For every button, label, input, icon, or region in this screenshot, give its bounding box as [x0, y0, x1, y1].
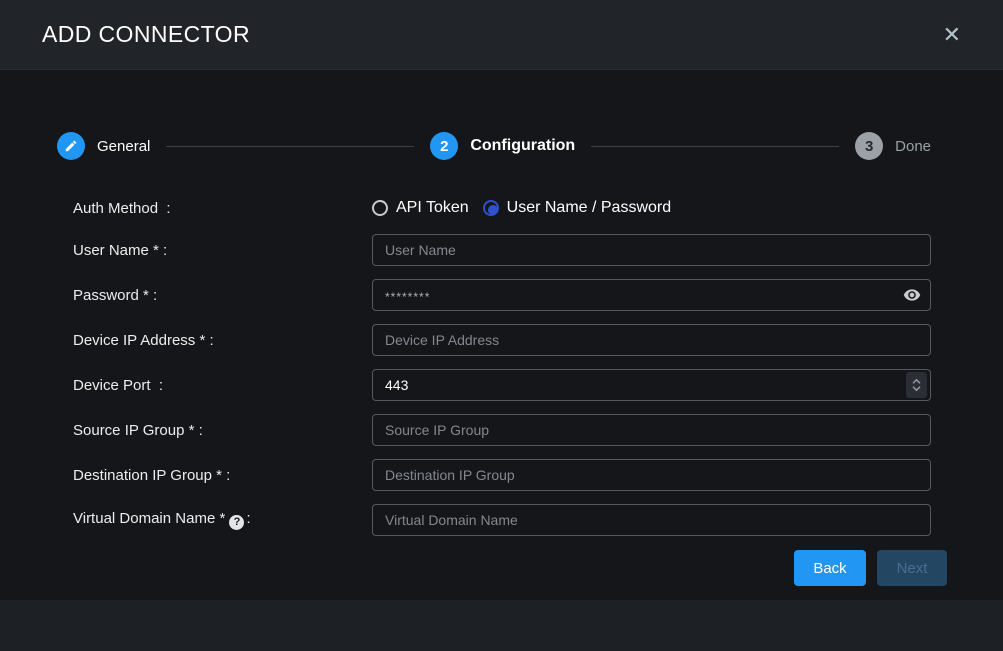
number-stepper[interactable]: [906, 372, 927, 398]
device-port-label: Device Port :: [73, 377, 372, 394]
step-done-label: Done: [895, 138, 931, 155]
virtual-domain-row: Virtual Domain Name * ?:: [73, 504, 931, 536]
dialog-header: ADD CONNECTOR ✕: [0, 0, 1003, 70]
device-ip-input[interactable]: [372, 324, 931, 356]
step-general[interactable]: General: [57, 132, 150, 160]
radio-username-password[interactable]: User Name / Password: [483, 199, 672, 217]
auth-method-row: Auth Method : API Token User Name / Pass…: [73, 195, 931, 221]
back-button[interactable]: Back: [794, 550, 866, 586]
chevron-up-icon[interactable]: [911, 378, 922, 385]
user-name-label: User Name * :: [73, 242, 372, 259]
eye-icon[interactable]: [903, 286, 921, 309]
device-port-row: Device Port :: [73, 369, 931, 401]
connector-form: Auth Method : API Token User Name / Pass…: [57, 195, 931, 586]
password-input[interactable]: [372, 279, 931, 311]
device-ip-row: Device IP Address * :: [73, 324, 931, 356]
dialog-body: General 2 Configuration 3 Done Auth Meth…: [0, 70, 1003, 586]
password-label: Password * :: [73, 287, 372, 304]
source-ip-group-row: Source IP Group * :: [73, 414, 931, 446]
virtual-domain-input[interactable]: [372, 504, 931, 536]
step-done: 3 Done: [855, 132, 931, 160]
chevron-down-icon[interactable]: [911, 385, 922, 392]
stepper-divider: [166, 146, 414, 147]
destination-ip-group-row: Destination IP Group * :: [73, 459, 931, 491]
step-3-badge: 3: [855, 132, 883, 160]
password-row: Password * :: [73, 279, 931, 311]
next-button[interactable]: Next: [877, 550, 947, 586]
user-name-row: User Name * :: [73, 234, 931, 266]
help-icon[interactable]: ?: [229, 515, 244, 530]
radio-unselected-icon[interactable]: [372, 200, 388, 216]
add-connector-dialog: ADD CONNECTOR ✕ General 2 Configuration …: [0, 0, 1003, 651]
destination-ip-group-input[interactable]: [372, 459, 931, 491]
virtual-domain-label: Virtual Domain Name * ?:: [73, 510, 372, 530]
auth-method-label: Auth Method :: [73, 200, 372, 217]
radio-username-password-label: User Name / Password: [507, 199, 672, 217]
device-ip-label: Device IP Address * :: [73, 332, 372, 349]
auth-method-options: API Token User Name / Password: [372, 195, 931, 221]
step-general-label: General: [97, 138, 150, 155]
stepper-divider: [591, 146, 839, 147]
dialog-actions: Back Next: [73, 550, 947, 586]
wizard-stepper: General 2 Configuration 3 Done: [57, 132, 931, 160]
dialog-title: ADD CONNECTOR: [42, 21, 250, 48]
dialog-footer: [0, 600, 1003, 651]
step-configuration[interactable]: 2 Configuration: [430, 132, 575, 160]
pencil-icon: [57, 132, 85, 160]
radio-api-token-label: API Token: [396, 199, 469, 217]
device-port-input[interactable]: [372, 369, 931, 401]
source-ip-group-label: Source IP Group * :: [73, 422, 372, 439]
source-ip-group-input[interactable]: [372, 414, 931, 446]
user-name-input[interactable]: [372, 234, 931, 266]
radio-selected-icon[interactable]: [483, 200, 499, 216]
radio-api-token[interactable]: API Token: [372, 199, 469, 217]
destination-ip-group-label: Destination IP Group * :: [73, 467, 372, 484]
step-2-badge: 2: [430, 132, 458, 160]
step-configuration-label: Configuration: [470, 137, 575, 155]
close-icon[interactable]: ✕: [939, 20, 965, 50]
